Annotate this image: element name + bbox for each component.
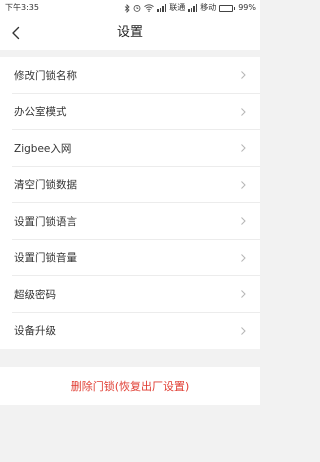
signal-icon-1 [157, 4, 167, 12]
chevron-right-icon [241, 326, 246, 335]
settings-item-clear-data[interactable]: 清空门锁数据 [0, 167, 260, 204]
wifi-icon [144, 4, 154, 12]
settings-item-lock-language[interactable]: 设置门锁语言 [0, 203, 260, 240]
settings-item-label: 设置门锁语言 [14, 215, 77, 228]
settings-item-label: 修改门锁名称 [14, 69, 77, 82]
status-time: 下午3:35 [5, 3, 39, 12]
chevron-right-icon [241, 107, 246, 116]
chevron-right-icon [241, 180, 246, 189]
settings-list: 修改门锁名称 办公室模式 Zigbee入网 清空门锁数据 设置门锁语言 设置门锁… [0, 57, 260, 349]
delete-lock-button[interactable]: 删除门锁(恢复出厂设置) [0, 367, 260, 405]
settings-item-label: 清空门锁数据 [14, 179, 77, 192]
alarm-icon [133, 5, 141, 12]
signal-icon-2 [188, 4, 198, 12]
settings-item-label: 超级密码 [14, 288, 56, 301]
settings-item-label: 设置门锁音量 [14, 252, 77, 265]
battery-percent: 99% [238, 3, 256, 12]
status-bar: 下午3:35 联通 移动 99% [0, 0, 260, 16]
chevron-right-icon [241, 71, 246, 80]
bluetooth-icon [124, 3, 130, 13]
chevron-right-icon [241, 253, 246, 262]
nav-header: 设置 [0, 16, 260, 50]
delete-lock-label: 删除门锁(恢复出厂设置) [70, 380, 190, 393]
chevron-right-icon [241, 144, 246, 153]
chevron-right-icon [241, 217, 246, 226]
carrier-1: 联通 [169, 3, 186, 12]
battery-icon [219, 4, 236, 12]
settings-item-office-mode[interactable]: 办公室模式 [0, 94, 260, 131]
settings-item-lock-volume[interactable]: 设置门锁音量 [0, 240, 260, 277]
settings-item-super-password[interactable]: 超级密码 [0, 276, 260, 313]
page-title: 设置 [116, 25, 143, 40]
chevron-right-icon [241, 290, 246, 299]
settings-item-label: 办公室模式 [14, 106, 67, 119]
settings-screen: 下午3:35 联通 移动 99% 设置 修改门锁名称 办公室模式 Zigbee入… [0, 0, 260, 462]
carrier-2: 移动 [200, 3, 217, 12]
settings-item-device-upgrade[interactable]: 设备升级 [0, 313, 260, 350]
settings-item-rename-lock[interactable]: 修改门锁名称 [0, 57, 260, 94]
settings-item-label: 设备升级 [14, 325, 56, 338]
settings-item-label: Zigbee入网 [14, 142, 72, 155]
settings-item-zigbee-join[interactable]: Zigbee入网 [0, 130, 260, 167]
status-icons: 联通 移动 99% [124, 0, 256, 16]
